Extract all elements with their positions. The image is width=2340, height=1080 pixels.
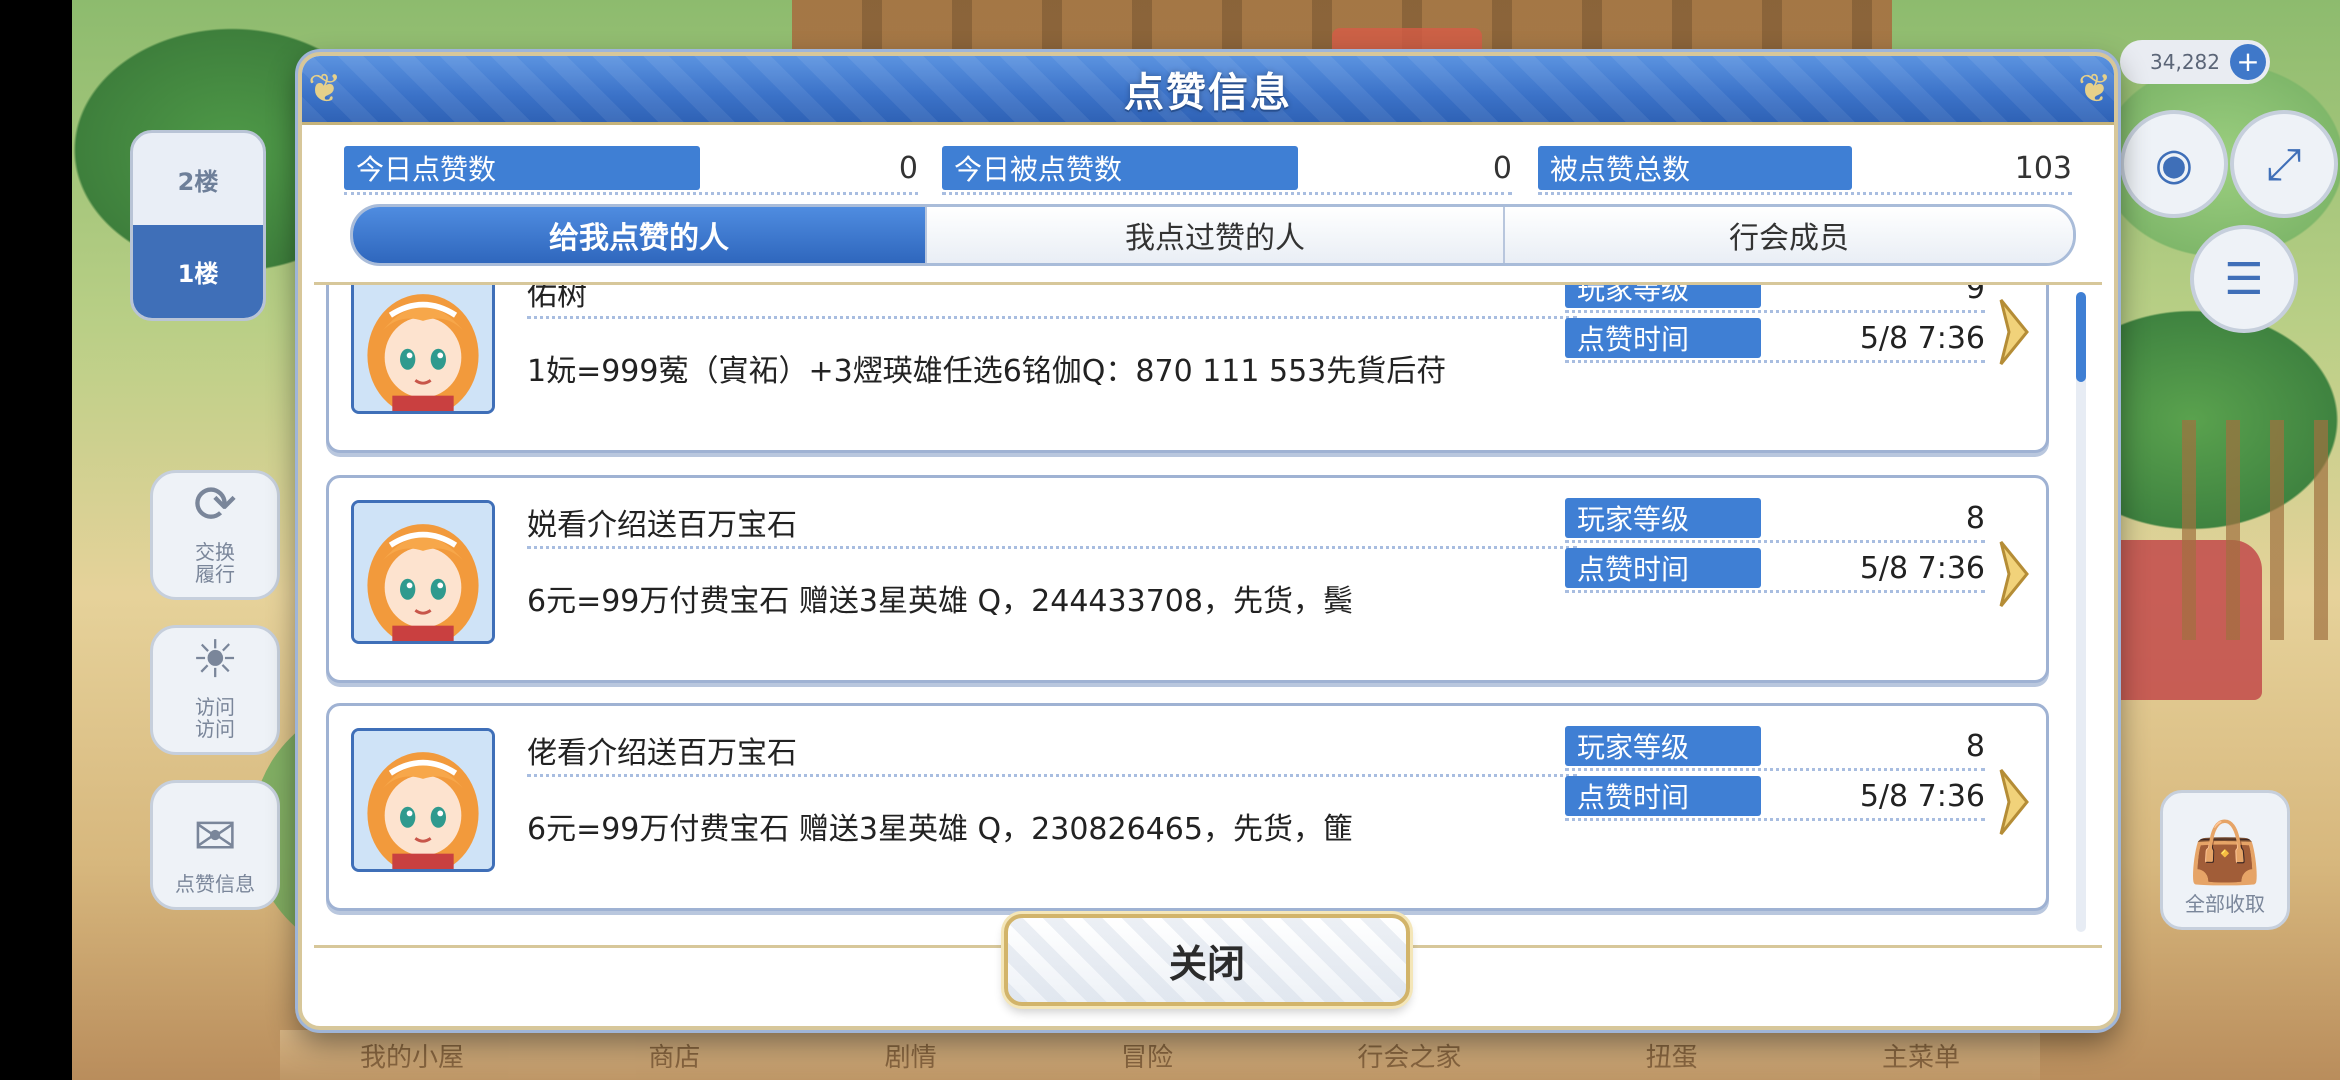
avatar[interactable] [351,285,495,414]
collect-all-button[interactable]: 👜 全部收取 [2160,790,2290,930]
list-scrollbar[interactable] [2076,292,2086,932]
time-value: 5/8 7:36 [1859,550,1985,586]
stat-label: 今日点赞数 [344,146,700,190]
collect-all-label: 全部收取 [2185,892,2265,916]
like-info-button[interactable]: ✉ 点赞信息 [150,780,280,910]
visit-icon: ☀ [191,630,239,690]
scroll-icon: ✉ [193,807,237,867]
level-row: 玩家等级 9 [1565,282,1985,313]
side-button-label: 访问 访问 [195,695,235,741]
like-info-dialog: ❦ 点赞信息 ❦ 今日点赞数 0 今日被点赞数 0 被点赞总数 103 给我点赞… [298,52,2118,1030]
camera-icon: ◉ [2154,138,2194,190]
player-message: 6元=99万付费宝石 赠送3星英雄 Q，244433708，先货，鬓 [527,584,1353,619]
list-item[interactable]: 佬看介绍送百万宝石 6元=99万付费宝石 赠送3星英雄 Q，230826465，… [326,703,2049,911]
bottom-tab[interactable]: 行会之家 [1357,1037,1461,1074]
floor-selector[interactable]: 2楼 1楼 [130,130,266,321]
level-value: 8 [1965,728,1985,764]
detail-arrow-icon[interactable] [1997,538,2031,610]
bottom-tab[interactable]: 剧情 [885,1037,937,1074]
bottom-tab[interactable]: 冒险 [1121,1037,1173,1074]
detail-arrow-icon[interactable] [1997,296,2031,368]
expand-icon: ⤢ [2266,138,2302,190]
side-button-label: 点赞信息 [175,872,255,896]
stat-label: 被点赞总数 [1538,146,1852,190]
zoom-button[interactable]: ⤢ [2230,110,2338,218]
close-button[interactable]: 关闭 [1004,914,1410,1006]
list-item[interactable]: 佑树 1妧=999蒬（寊祏）+3熤瑛雄任选6铭伽Q：870 111 553先貨后… [326,282,2049,453]
menu-icon: ☰ [2224,253,2264,305]
side-button-label: 交换 履行 [195,540,235,586]
visit-button[interactable]: ☀ 访问 访问 [150,625,280,755]
level-label: 玩家等级 [1565,726,1761,766]
corner-ornament-left-icon: ❦ [308,66,342,112]
level-row: 玩家等级 8 [1565,498,1985,543]
stat-today-likes: 今日点赞数 0 [344,146,918,195]
player-name: 佬看介绍送百万宝石 [527,726,1577,777]
currency-value: 34,282 [2150,50,2220,74]
player-message: 6元=99万付费宝石 赠送3星英雄 Q，230826465，先货，篚 [527,812,1353,847]
stat-value: 0 [898,150,918,186]
add-currency-icon[interactable]: + [2230,44,2266,80]
bottom-navigation: 我的小屋 商店 剧情 冒险 行会之家 扭蛋 主菜单 [280,1030,2040,1080]
stat-label: 今日被点赞数 [942,146,1298,190]
bag-icon: 👜 [2187,818,2263,888]
tab-liked-me[interactable]: 给我点赞的人 [353,207,927,263]
dialog-title: 点赞信息 [1124,70,1292,116]
stat-value: 0 [1492,150,1512,186]
time-row: 点赞时间 5/8 7:36 [1565,776,1985,821]
bottom-tab[interactable]: 商店 [648,1037,700,1074]
time-label: 点赞时间 [1565,776,1761,816]
avatar[interactable] [351,728,495,872]
floor-2-button[interactable]: 2楼 [133,133,263,225]
level-label: 玩家等级 [1565,285,1761,308]
floor-1-button[interactable]: 1楼 [133,225,263,318]
dialog-header: ❦ 点赞信息 ❦ [302,56,2114,125]
exchange-button[interactable]: ⟳ 交换 履行 [150,470,280,600]
tab-i-liked[interactable]: 我点过赞的人 [927,207,1505,263]
tab-guild-members[interactable]: 行会成员 [1505,207,2073,263]
menu-button[interactable]: ☰ [2190,225,2298,333]
level-row: 玩家等级 8 [1565,726,1985,771]
time-row: 点赞时间 5/8 7:36 [1565,318,1985,363]
stat-total-received-likes: 被点赞总数 103 [1538,146,2072,195]
level-value: 9 [1965,282,1985,306]
time-value: 5/8 7:36 [1859,320,1985,356]
corner-ornament-right-icon: ❦ [2078,66,2112,112]
time-label: 点赞时间 [1565,318,1761,358]
scrollbar-thumb[interactable] [2076,292,2086,382]
time-value: 5/8 7:36 [1859,778,1985,814]
bottom-tab[interactable]: 我的小屋 [360,1037,464,1074]
stat-value: 103 [2014,150,2072,186]
bottom-tab[interactable]: 扭蛋 [1646,1037,1698,1074]
bottom-tab[interactable]: 主菜单 [1882,1037,1960,1074]
camera-button[interactable]: ◉ [2120,110,2228,218]
liker-list[interactable]: 佑树 1妧=999蒬（寊祏）+3熤瑛雄任选6铭伽Q：870 111 553先貨后… [314,282,2102,948]
stat-today-received-likes: 今日被点赞数 0 [942,146,1512,195]
time-row: 点赞时间 5/8 7:36 [1565,548,1985,593]
avatar[interactable] [351,500,495,644]
player-name: 佑树 [527,285,1577,319]
tab-bar: 给我点赞的人 我点过赞的人 行会成员 [350,204,2076,266]
level-value: 8 [1965,500,1985,536]
player-message: 1妧=999蒬（寊祏）+3熤瑛雄任选6铭伽Q：870 111 553先貨后苻 [527,354,1447,389]
currency-display: 34,282 + [2120,40,2270,84]
refresh-icon: ⟳ [193,475,237,535]
detail-arrow-icon[interactable] [1997,766,2031,838]
list-item[interactable]: 娧看介绍送百万宝石 6元=99万付费宝石 赠送3星英雄 Q，244433708，… [326,475,2049,683]
level-label: 玩家等级 [1565,498,1761,538]
time-label: 点赞时间 [1565,548,1761,588]
player-name: 娧看介绍送百万宝石 [527,498,1577,549]
background-fence [2182,420,2340,640]
